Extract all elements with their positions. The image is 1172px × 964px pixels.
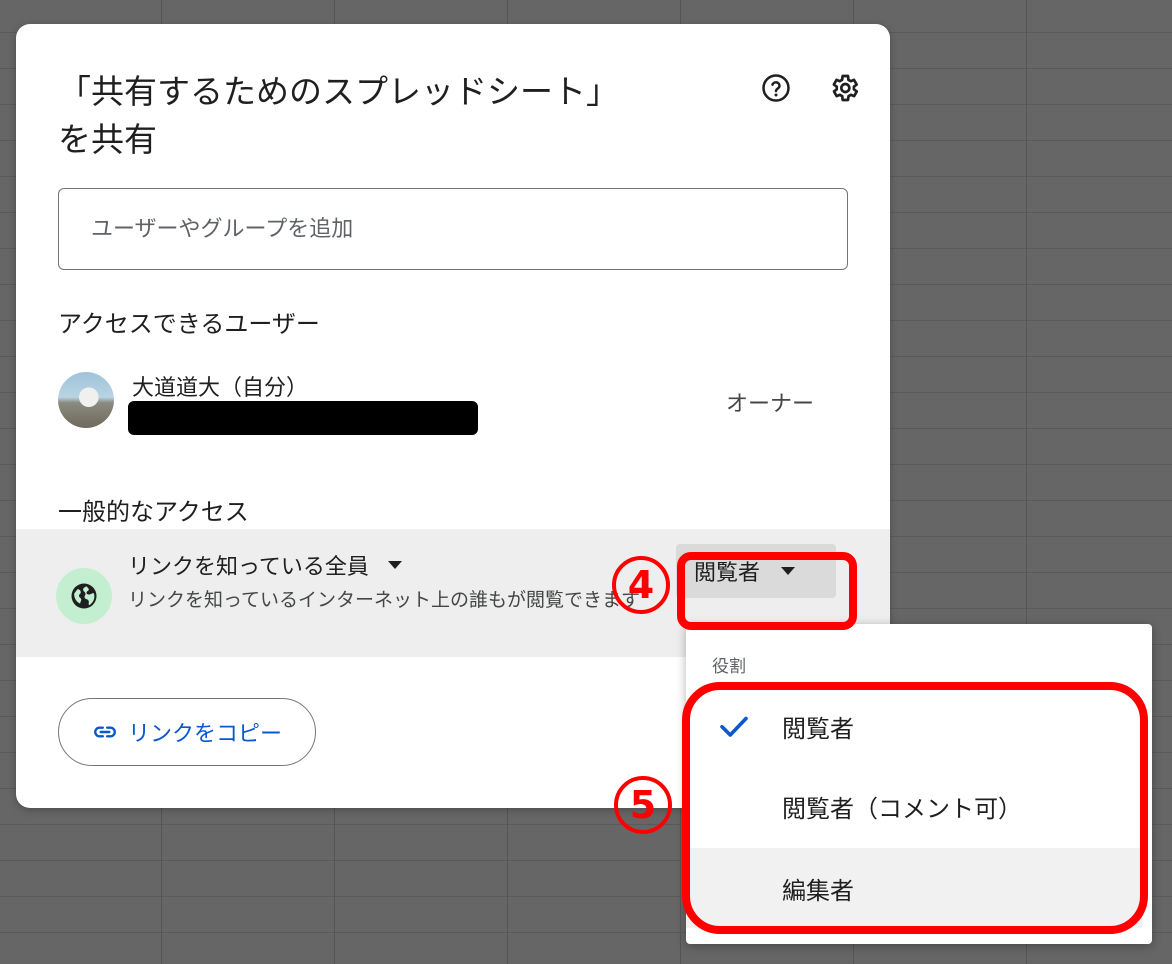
dialog-title-line2: を共有 — [58, 120, 157, 159]
step-5-marker: 5 — [614, 776, 672, 834]
user-name: 大道道大（自分） — [132, 376, 309, 401]
people-with-access-heading: アクセスできるユーザー — [58, 310, 320, 338]
add-people-field[interactable] — [58, 188, 848, 270]
help-circle-icon — [762, 74, 790, 102]
checkmark-icon — [720, 716, 748, 737]
globe-icon — [71, 583, 97, 609]
general-access-role-button[interactable]: 閲覧者 — [676, 544, 836, 598]
role-option-label: 編集者 — [782, 876, 854, 905]
help-button[interactable] — [756, 68, 796, 108]
role-option-commenter[interactable]: 閲覧者（コメント可） — [686, 766, 1142, 846]
role-option-editor[interactable]: 編集者 — [686, 848, 1142, 928]
redacted-email — [128, 401, 478, 435]
caret-down-icon — [781, 567, 796, 575]
step-4-marker: 4 — [612, 556, 670, 614]
gear-icon — [832, 74, 859, 102]
role-option-label: 閲覧者（コメント可） — [782, 794, 1022, 823]
copy-link-label: リンクをコピー — [127, 722, 282, 747]
link-scope-label: リンクを知っている全員 — [128, 555, 369, 580]
add-people-input[interactable] — [59, 189, 847, 269]
dialog-title: 「共有するためのスプレッドシート」 を共有 — [58, 68, 708, 164]
caret-down-icon — [387, 561, 402, 569]
settings-button[interactable] — [824, 68, 864, 108]
globe-badge — [56, 568, 112, 624]
copy-link-button[interactable]: リンクをコピー — [58, 698, 316, 766]
role-option-label: 閲覧者 — [782, 714, 854, 743]
link-scope-dropdown[interactable]: リンクを知っている全員 — [128, 549, 403, 581]
avatar — [58, 372, 114, 428]
dialog-title-line1: 「共有するためのスプレッドシート」 — [58, 72, 619, 111]
link-access-description: リンクを知っているインターネット上の誰もが閲覧できます — [128, 589, 641, 611]
role-option-viewer[interactable]: 閲覧者 — [686, 686, 1142, 766]
owner-role-label: オーナー — [726, 392, 815, 417]
general-access-role-label: 閲覧者 — [694, 561, 761, 586]
role-menu-heading: 役割 — [712, 657, 746, 677]
role-menu: 役割 閲覧者 閲覧者（コメント可） 編集者 — [686, 624, 1152, 944]
general-access-heading: 一般的なアクセス — [58, 498, 249, 526]
link-icon — [92, 719, 118, 745]
